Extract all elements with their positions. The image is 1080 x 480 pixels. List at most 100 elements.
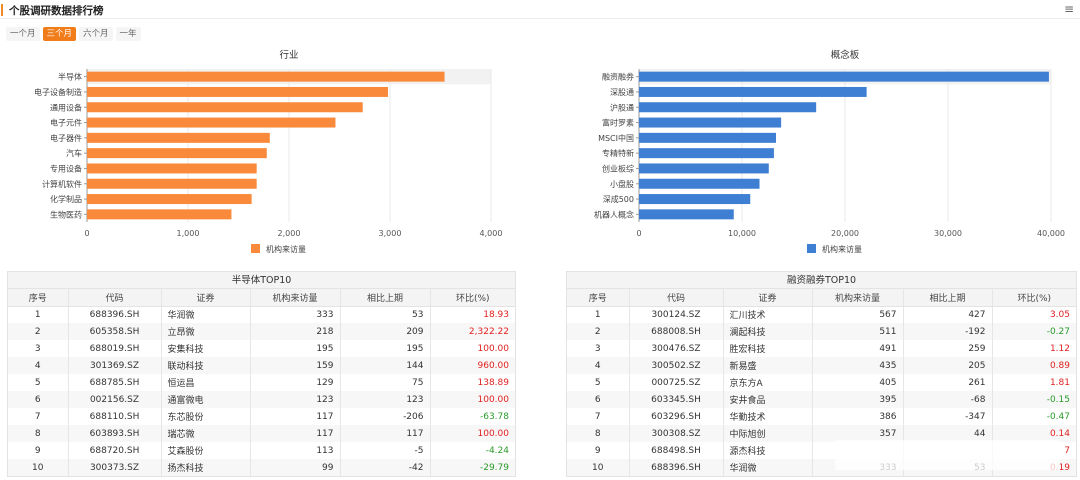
table-cell: 144 bbox=[340, 357, 431, 374]
table-row[interactable]: 5 688785.SH 恒运昌 129 75 138.89 bbox=[8, 374, 515, 391]
table-cell: 3.05 bbox=[1049, 309, 1070, 320]
table-cell: 688785.SH bbox=[68, 374, 162, 391]
column-header: 序号 bbox=[8, 289, 69, 307]
concept-bar-chart: 概念板 0 10,000 20,000 30,000 40,000 融资融券深股通沪股通富时… bbox=[594, 49, 1065, 254]
x-tick-label: 40,000 bbox=[1037, 229, 1065, 238]
table-cell: 99 bbox=[250, 459, 341, 476]
table-cell: 301369.SZ bbox=[68, 357, 162, 374]
table-cell: 113 bbox=[250, 442, 341, 459]
table-cell: 688396.SH bbox=[629, 459, 724, 476]
table-row[interactable]: 3 300476.SZ 胜宏科技 491 259 1.12 bbox=[567, 340, 1076, 357]
table-cell: -0.27 bbox=[992, 323, 1076, 340]
table-cell: 安井食品 bbox=[723, 391, 813, 408]
table-cell: 6 bbox=[567, 391, 630, 408]
table-row[interactable]: 6 603345.SH 安井食品 395 -68 -0.15 bbox=[567, 391, 1076, 408]
table-row[interactable]: 1 300124.SZ 汇川技术 567 427 3.05 bbox=[567, 306, 1076, 323]
table-row[interactable]: 6 002156.SZ 通富微电 123 123 100.00 bbox=[8, 391, 515, 408]
table-cell: 7 bbox=[567, 408, 630, 425]
table-cell: 恒运昌 bbox=[161, 374, 251, 391]
table-cell: 瑞芯微 bbox=[161, 425, 251, 442]
table-cell: 安集科技 bbox=[161, 340, 251, 357]
table-cell: 960.00 bbox=[430, 357, 515, 374]
table-cell: 东芯股份 bbox=[161, 408, 251, 425]
table-row[interactable]: 2 605358.SH 立昂微 218 209 2,322.22 bbox=[8, 323, 515, 340]
table-cell: 688008.SH bbox=[629, 323, 724, 340]
table-cell: 1.12 bbox=[1049, 343, 1070, 354]
table-cell: 688720.SH bbox=[68, 442, 162, 459]
table-cell: 华勤技术 bbox=[723, 408, 813, 425]
bar bbox=[639, 148, 774, 159]
table-row[interactable]: 9 688720.SH 艾森股份 113 -5 -4.24 bbox=[8, 442, 515, 459]
table-cell: 688498.SH bbox=[629, 442, 724, 459]
table-cell: 405 bbox=[812, 374, 904, 391]
table-cell: -68 bbox=[903, 391, 993, 408]
table-cell: 京东方A bbox=[723, 374, 813, 391]
column-header: 环比(%) bbox=[430, 289, 515, 307]
table-cell: 汇川技术 bbox=[723, 306, 813, 323]
table-cell: 511 bbox=[812, 323, 904, 340]
table-cell: 000725.SZ bbox=[629, 374, 724, 391]
x-tick-label: 0 bbox=[636, 229, 641, 238]
table-cell: 333 bbox=[250, 306, 341, 323]
x-tick-label: 30,000 bbox=[934, 229, 962, 238]
table-cell: 300502.SZ bbox=[629, 357, 724, 374]
x-tick-label: 20,000 bbox=[831, 229, 859, 238]
y-tick-label: 机器人概念 bbox=[594, 209, 634, 219]
table-cell: 8 bbox=[567, 425, 630, 442]
table-cell: 澜起科技 bbox=[723, 323, 813, 340]
table-cell: 9 bbox=[567, 442, 630, 459]
table-cell: 195 bbox=[250, 340, 341, 357]
table-cell: 华润微 bbox=[723, 459, 813, 476]
table-cell: 209 bbox=[340, 323, 431, 340]
table-row[interactable]: 4 301369.SZ 联动科技 159 144 960.00 bbox=[8, 357, 515, 374]
table-cell: 5 bbox=[567, 374, 630, 391]
table-cell: 4 bbox=[8, 357, 69, 374]
table-row[interactable]: 4 300502.SZ 新易盛 435 205 0.89 bbox=[567, 357, 1076, 374]
table-cell: 117 bbox=[340, 425, 431, 442]
column-header: 序号 bbox=[567, 289, 630, 307]
table-cell: 100.00 bbox=[477, 343, 510, 354]
table-row[interactable]: 7 688110.SH 东芯股份 117 -206 -63.78 bbox=[8, 408, 515, 425]
x-tick-label: 10,000 bbox=[728, 229, 756, 238]
table-cell: -347 bbox=[903, 408, 993, 425]
table-cell: -29.79 bbox=[430, 459, 515, 476]
column-header: 相比上期 bbox=[903, 289, 993, 307]
y-tick-label: 融资融券 bbox=[602, 72, 634, 82]
table-cell: 117 bbox=[250, 425, 341, 442]
table-cell: 10 bbox=[567, 459, 630, 476]
table-cell: 205 bbox=[903, 357, 993, 374]
table-cell: 53 bbox=[340, 306, 431, 323]
table-cell: 605358.SH bbox=[68, 323, 162, 340]
table-cell: 138.89 bbox=[477, 377, 510, 388]
watermark-overlay bbox=[835, 440, 1060, 470]
table-cell: 8 bbox=[8, 425, 69, 442]
y-tick-label: 沪股通 bbox=[610, 102, 634, 112]
table-cell: -63.78 bbox=[479, 411, 509, 422]
table-cell: 华润微 bbox=[161, 306, 251, 323]
table-row[interactable]: 2 688008.SH 澜起科技 511 -192 -0.27 bbox=[567, 323, 1076, 340]
column-header: 机构来访量 bbox=[250, 289, 341, 307]
table-cell: 2 bbox=[8, 323, 69, 340]
table-row[interactable]: 7 603296.SH 华勤技术 386 -347 -0.47 bbox=[567, 408, 1076, 425]
bar bbox=[639, 117, 782, 128]
table-row[interactable]: 3 688019.SH 安集科技 195 195 100.00 bbox=[8, 340, 515, 357]
legend-swatch bbox=[807, 244, 816, 253]
table-cell: 7 bbox=[8, 408, 69, 425]
bar bbox=[639, 132, 776, 143]
table-row[interactable]: 5 000725.SZ 京东方A 405 261 1.81 bbox=[567, 374, 1076, 391]
table-row[interactable]: 10 300373.SZ 扬杰科技 99 -42 -29.79 bbox=[8, 459, 515, 476]
table-cell: -0.47 bbox=[1046, 411, 1070, 422]
table-cell: 123 bbox=[340, 391, 431, 408]
bar bbox=[639, 209, 734, 220]
table-cell: 123 bbox=[250, 391, 341, 408]
table-cell: -192 bbox=[903, 323, 993, 340]
table-cell: 2,322.22 bbox=[430, 323, 515, 340]
table-cell: 129 bbox=[250, 374, 341, 391]
column-header: 机构来访量 bbox=[812, 289, 904, 307]
table-row[interactable]: 8 603893.SH 瑞芯微 117 117 100.00 bbox=[8, 425, 515, 442]
table-cell: -4.24 bbox=[485, 445, 509, 456]
table-cell: 源杰科技 bbox=[723, 442, 813, 459]
table-cell: 3 bbox=[567, 340, 630, 357]
table-row[interactable]: 1 688396.SH 华润微 333 53 18.93 bbox=[8, 306, 515, 323]
table-cell: 100.00 bbox=[430, 425, 515, 442]
